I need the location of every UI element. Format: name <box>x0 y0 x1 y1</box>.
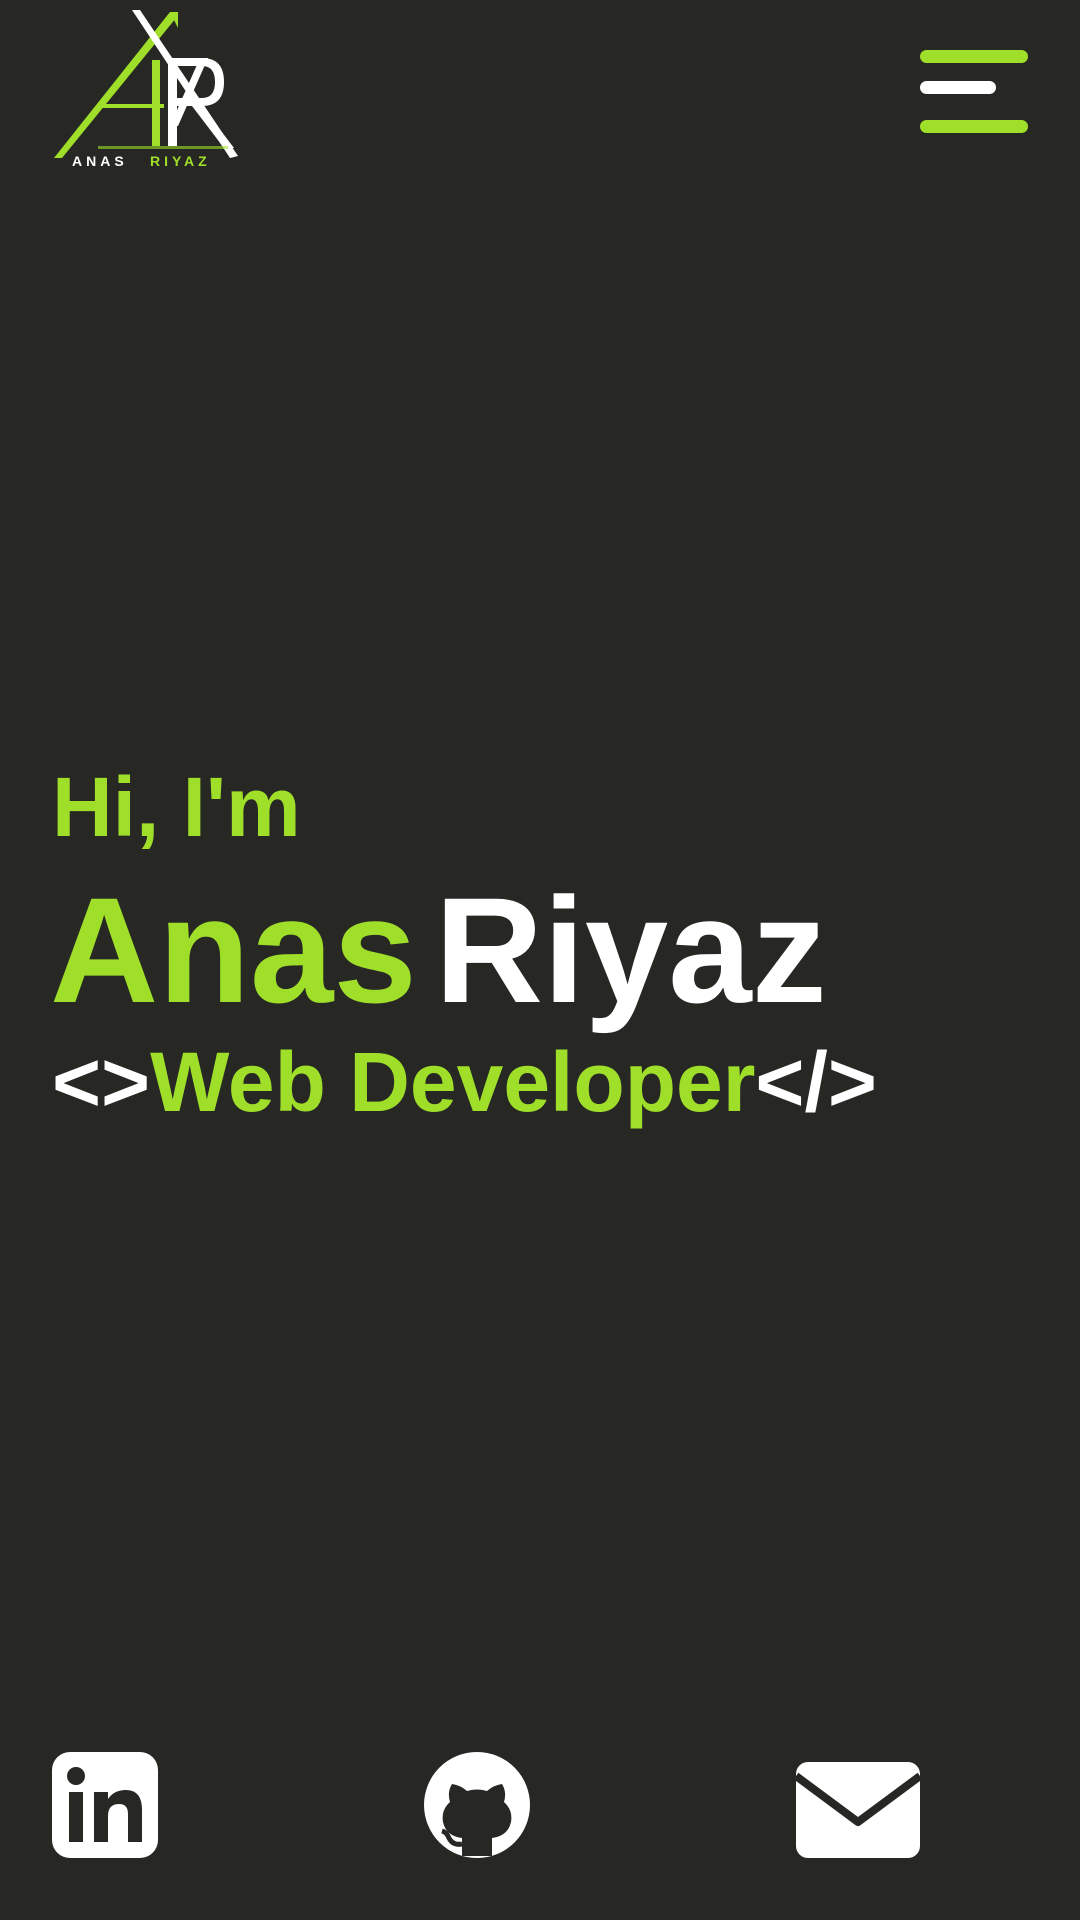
menu-button[interactable] <box>920 48 1028 133</box>
role-open-tag: <> <box>52 1035 151 1129</box>
menu-bar-middle <box>920 81 996 94</box>
hero-name-last: Riyaz <box>434 866 827 1034</box>
email-link[interactable] <box>796 1762 920 1870</box>
github-icon <box>424 1752 530 1858</box>
hero-name: Anas Riyaz <box>50 875 827 1025</box>
logo-text-first: ANAS <box>72 153 128 166</box>
page: ANAS RIYAZ Hi, I'm Anas Riyaz <>Web Devel… <box>0 0 1080 1920</box>
hero-name-first: Anas <box>50 866 417 1034</box>
menu-bar-top <box>920 50 1028 63</box>
mail-icon <box>796 1762 920 1858</box>
role-title: Web Developer <box>150 1035 756 1129</box>
role-close-tag: </> <box>755 1035 877 1129</box>
linkedin-link[interactable] <box>52 1752 158 1860</box>
hero-greeting: Hi, I'm <box>52 760 301 854</box>
linkedin-icon <box>52 1752 158 1858</box>
site-logo[interactable]: ANAS RIYAZ <box>52 8 238 166</box>
hero-role: <>Web Developer</> <box>52 1040 877 1124</box>
github-link[interactable] <box>424 1752 530 1860</box>
logo-mark-icon: ANAS RIYAZ <box>54 10 238 166</box>
menu-bar-bottom <box>920 120 1028 133</box>
logo-text-last: RIYAZ <box>150 153 211 166</box>
